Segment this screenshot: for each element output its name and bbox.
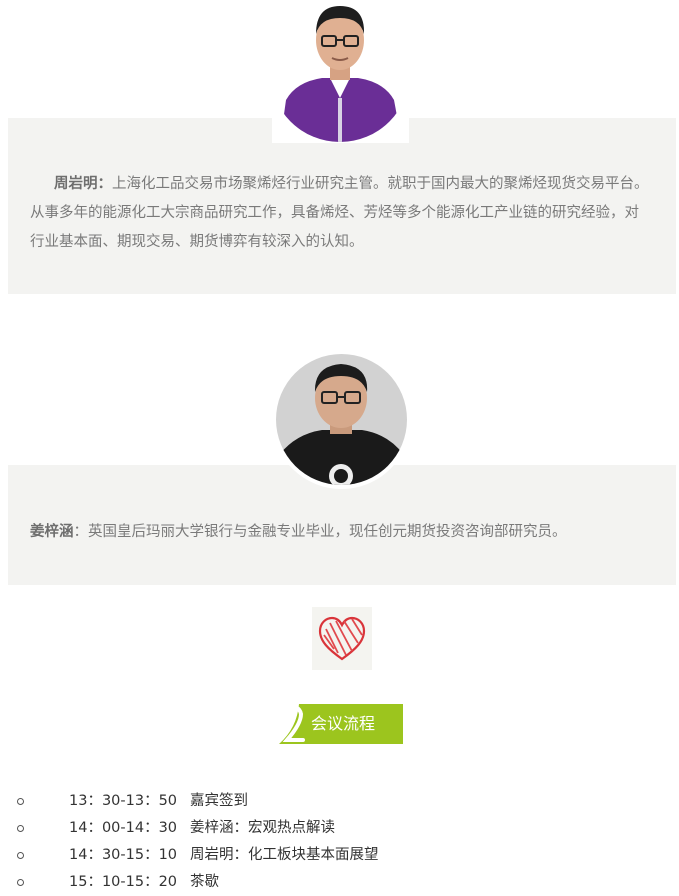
agenda-title: 茶歇 xyxy=(190,874,219,890)
speaker-photo-jiang xyxy=(272,350,411,489)
section-title: 会议流程 xyxy=(311,714,376,733)
list-item: 13：30-13：50 嘉宾签到 xyxy=(0,788,679,815)
agenda-list: 13：30-13：50 嘉宾签到 14：00-14：30 姜梓涵：宏观热点解读 … xyxy=(0,788,679,896)
agenda-time: 14：30-15：10 xyxy=(69,847,178,863)
bullet-icon xyxy=(17,825,24,832)
list-item: 15：10-15：20 茶歇 xyxy=(0,869,679,896)
agenda-time: 15：10-15：20 xyxy=(69,874,178,890)
agenda-time: 14：00-14：30 xyxy=(69,820,178,836)
bullet-icon xyxy=(17,798,24,805)
speaker-photo-zhou xyxy=(272,0,409,143)
speaker-bio-text: 上海化工品交易市场聚烯烃行业研究主管。就职于国内最大的聚烯烃现货交易平台。从事多… xyxy=(30,176,649,250)
section-badge: 会议流程 xyxy=(279,704,403,744)
speaker-name: 姜梓涵 xyxy=(30,524,74,540)
agenda-title: 周岩明：化工板块基本面展望 xyxy=(190,847,379,863)
speaker-bio-text: ：英国皇后玛丽大学银行与金融专业毕业，现任创元期货投资咨询部研究员。 xyxy=(73,524,567,540)
speaker-card-zhou: 周岩明：上海化工品交易市场聚烯烃行业研究主管。就职于国内最大的聚烯烃现货交易平台… xyxy=(8,118,676,294)
heart-icon xyxy=(312,607,372,670)
agenda-time: 13：30-13：50 xyxy=(69,793,178,809)
bullet-icon xyxy=(17,879,24,886)
agenda-title: 姜梓涵：宏观热点解读 xyxy=(190,820,335,836)
speaker-name: 周岩明： xyxy=(54,176,112,192)
list-item: 14：00-14：30 姜梓涵：宏观热点解读 xyxy=(0,815,679,842)
speaker-bio: 周岩明：上海化工品交易市场聚烯烃行业研究主管。就职于国内最大的聚烯烃现货交易平台… xyxy=(30,170,652,257)
speaker-bio: 姜梓涵：英国皇后玛丽大学银行与金融专业毕业，现任创元期货投资咨询部研究员。 xyxy=(30,518,652,547)
bullet-icon xyxy=(17,852,24,859)
list-item: 14：30-15：10 周岩明：化工板块基本面展望 xyxy=(0,842,679,869)
agenda-title: 嘉宾签到 xyxy=(190,793,248,809)
